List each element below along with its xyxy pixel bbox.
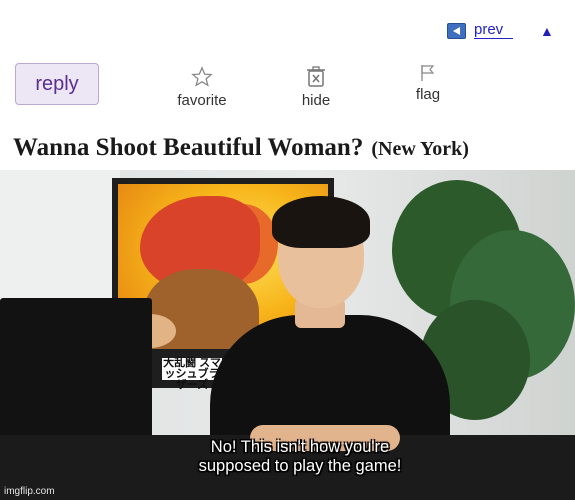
prev-arrow-icon	[447, 22, 466, 39]
person-hair	[272, 196, 370, 248]
post-title: Wanna Shoot Beautiful Woman? (New York)	[13, 126, 573, 163]
poster-logo-text: 大乱闘 スマッシュブラザーズ	[162, 357, 222, 391]
flag-label: flag	[415, 86, 441, 103]
favorite-label: favorite	[177, 92, 227, 109]
trash-x-icon	[307, 66, 325, 87]
caption-line-2: supposed to play the game!	[198, 457, 402, 475]
post-location: (New York)	[371, 138, 469, 160]
flag-button[interactable]: flag	[408, 64, 448, 103]
favorite-button[interactable]: favorite	[172, 66, 232, 109]
prev-link[interactable]: prev	[447, 22, 514, 39]
up-arrow-link[interactable]: ▲	[540, 23, 554, 39]
hide-button[interactable]: hide	[293, 66, 339, 109]
post-navigation: prev ▲	[0, 22, 575, 44]
caption-line-1: No! This isn't how you're	[210, 438, 390, 456]
computer-monitor	[0, 298, 152, 448]
reply-button[interactable]: reply	[15, 63, 99, 105]
flag-outline-icon	[421, 65, 435, 81]
star-outline-icon	[191, 66, 213, 87]
prev-label: prev	[474, 22, 514, 39]
hide-label: hide	[301, 92, 331, 109]
post-title-text: Wanna Shoot Beautiful Woman?	[13, 134, 364, 161]
meme-caption: No! This isn't how you're supposed to pl…	[150, 438, 450, 476]
watermark: imgflip.com	[4, 486, 55, 497]
meme-image: 大乱闘 スマッシュブラザーズ × No! This isn't how you'…	[0, 170, 575, 500]
